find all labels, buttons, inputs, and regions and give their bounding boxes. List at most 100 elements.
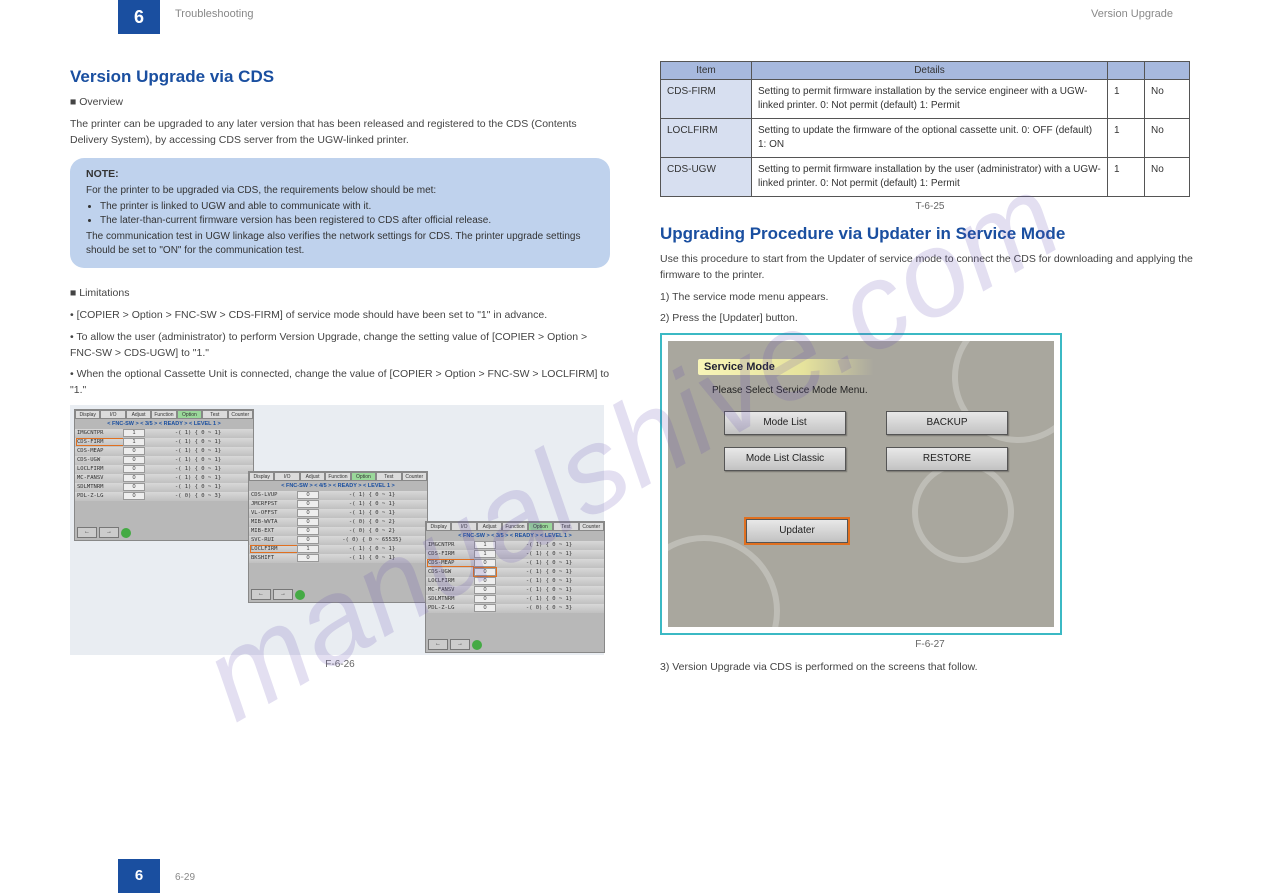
status-dot (295, 590, 305, 600)
sm-row[interactable]: CDS-UGW0-( 1) { 0 ~ 1} (75, 456, 253, 465)
backup-button[interactable]: BACKUP (886, 411, 1008, 435)
table-row: LOCLFIRM Setting to update the firmware … (661, 119, 1190, 158)
footer-text: 6-29 (175, 872, 195, 883)
sm-row[interactable]: IMGCNTPR1-( 1) { 0 ~ 1} (426, 541, 604, 550)
service-mode-screens: Display I/O Adjust Function Option Test … (70, 405, 604, 655)
service-panel-3: Display I/O Adjust Function Option Test … (425, 521, 605, 653)
tab[interactable]: Test (553, 522, 578, 531)
tab[interactable]: Display (75, 410, 100, 419)
chapter-title: Troubleshooting (175, 8, 253, 20)
sm-row[interactable]: LOCLFIRM0-( 1) { 0 ~ 1} (75, 465, 253, 474)
sm-row[interactable]: JMCRFPST0-( 1) { 0 ~ 1} (249, 500, 427, 509)
left-heading-1: Version Upgrade via CDS (70, 67, 610, 87)
updater-button[interactable]: Updater (746, 519, 848, 543)
sm-row-highlight[interactable]: CDS-MEAP0-( 1) { 0 ~ 1} (426, 559, 604, 568)
tab-option[interactable]: Option (528, 522, 553, 531)
next-arrow[interactable]: → (273, 589, 293, 600)
row-c4: No (1145, 80, 1190, 119)
row-c3: 1 (1108, 80, 1145, 119)
left-overview-title: ■ Overview (70, 95, 610, 111)
tab[interactable]: Function (151, 410, 176, 419)
sm-row[interactable]: MC-FANSV0-( 1) { 0 ~ 1} (75, 474, 253, 483)
chapter-number-box: 6 (118, 0, 160, 34)
step-2: 2) Press the [Updater] button. (660, 311, 1200, 327)
tab[interactable]: Display (426, 522, 451, 531)
row-c4: No (1145, 158, 1190, 197)
sm-row[interactable]: CDS-FIRM1-( 1) { 0 ~ 1} (426, 550, 604, 559)
sm-row[interactable]: PDL-Z-LG0-( 0) { 0 ~ 3} (75, 492, 253, 501)
note-bullet-2: The later-than-current firmware version … (100, 214, 594, 228)
prev-arrow[interactable]: ← (428, 639, 448, 650)
sm-row[interactable]: IMGCNTPR1-( 1) { 0 ~ 1} (75, 429, 253, 438)
sm-row[interactable]: CDS-LVUP0-( 1) { 0 ~ 1} (249, 491, 427, 500)
tab-option[interactable]: Option (351, 472, 376, 481)
status-dot (472, 640, 482, 650)
note-text-2: The communication test in UGW linkage al… (86, 230, 594, 258)
service-mode-menu: Service Mode Please Select Service Mode … (660, 333, 1062, 635)
mode-list-button[interactable]: Mode List (724, 411, 846, 435)
sm-row[interactable]: MIB-EXT0-( 0) { 0 ~ 2} (249, 527, 427, 536)
sm-row[interactable]: MC-FANSV0-( 1) { 0 ~ 1} (426, 586, 604, 595)
tab[interactable]: I/O (451, 522, 476, 531)
note-text-1: For the printer to be upgraded via CDS, … (86, 184, 594, 198)
tab[interactable]: Function (325, 472, 350, 481)
tab[interactable]: Function (502, 522, 527, 531)
row-c4: No (1145, 119, 1190, 158)
th-details: Details (752, 62, 1108, 80)
note-title-1: NOTE: (86, 168, 594, 180)
row-details: Setting to permit firmware installation … (752, 158, 1108, 197)
limitations-b3: • When the optional Cassette Unit is con… (70, 367, 610, 399)
next-arrow[interactable]: → (99, 527, 119, 538)
page-footer: 6 6-29 (0, 859, 1263, 893)
service-mode-title: Service Mode (698, 359, 874, 375)
service-mode-table: Item Details CDS-FIRM Setting to permit … (660, 61, 1190, 197)
page-header: 6 Troubleshooting Version Upgrade (0, 0, 1263, 34)
row-item: CDS-FIRM (661, 80, 752, 119)
service-panel-1: Display I/O Adjust Function Option Test … (74, 409, 254, 541)
sm-row[interactable]: PDL-Z-LG0-( 0) { 0 ~ 3} (426, 604, 604, 613)
tab[interactable]: Test (202, 410, 227, 419)
tab[interactable]: I/O (274, 472, 299, 481)
tab[interactable]: Adjust (477, 522, 502, 531)
table-caption: T-6-25 (660, 201, 1200, 212)
tab[interactable]: Counter (402, 472, 427, 481)
figure-caption-1: F-6-26 (70, 659, 610, 670)
sm-row-highlight[interactable]: CDS-UGW0-( 1) { 0 ~ 1} (426, 568, 604, 577)
section-title: Version Upgrade (1091, 8, 1173, 20)
panel-path: < FNC-SW > < 4/5 > < READY > < LEVEL 1 > (249, 481, 427, 491)
sm-row-highlight[interactable]: LOCLFIRM1-( 1) { 0 ~ 1} (249, 545, 427, 554)
tab-option[interactable]: Option (177, 410, 202, 419)
service-mode-subtitle: Please Select Service Mode Menu. (712, 385, 868, 396)
sm-row-highlight[interactable]: CDS-FIRM1-( 1) { 0 ~ 1} (75, 438, 253, 447)
th-item: Item (661, 62, 752, 80)
sm-row[interactable]: BKSHIFT0-( 1) { 0 ~ 1} (249, 554, 427, 563)
tab[interactable]: Counter (579, 522, 604, 531)
tab[interactable]: Display (249, 472, 274, 481)
sm-row[interactable]: SDLMTNRM0-( 1) { 0 ~ 1} (75, 483, 253, 492)
sm-row[interactable]: VL-OFFST0-( 1) { 0 ~ 1} (249, 509, 427, 518)
tab[interactable]: Adjust (126, 410, 151, 419)
prev-arrow[interactable]: ← (251, 589, 271, 600)
row-details: Setting to permit firmware installation … (752, 80, 1108, 119)
sm-row[interactable]: SDLMTNRM0-( 1) { 0 ~ 1} (426, 595, 604, 604)
tab[interactable]: Adjust (300, 472, 325, 481)
right-heading-1: Upgrading Procedure via Updater in Servi… (660, 224, 1200, 244)
step-3: 3) Version Upgrade via CDS is performed … (660, 660, 1200, 676)
tab[interactable]: Test (376, 472, 401, 481)
status-dot (121, 528, 131, 538)
restore-button[interactable]: RESTORE (886, 447, 1008, 471)
sm-row[interactable]: LOCLFIRM0-( 1) { 0 ~ 1} (426, 577, 604, 586)
table-row: CDS-FIRM Setting to permit firmware inst… (661, 80, 1190, 119)
sm-row[interactable]: SVC-RUI0-( 0) { 0 ~ 65535} (249, 536, 427, 545)
tab[interactable]: Counter (228, 410, 253, 419)
mode-list-classic-button[interactable]: Mode List Classic (724, 447, 846, 471)
row-details: Setting to update the firmware of the op… (752, 119, 1108, 158)
tab[interactable]: I/O (100, 410, 125, 419)
left-overview-body: The printer can be upgraded to any later… (70, 117, 610, 149)
next-arrow[interactable]: → (450, 639, 470, 650)
sm-row[interactable]: CDS-MEAP0-( 1) { 0 ~ 1} (75, 447, 253, 456)
prev-arrow[interactable]: ← (77, 527, 97, 538)
note-bullet-1: The printer is linked to UGW and able to… (100, 200, 594, 214)
sm-row[interactable]: MIB-WVTA0-( 0) { 0 ~ 2} (249, 518, 427, 527)
row-item: LOCLFIRM (661, 119, 752, 158)
